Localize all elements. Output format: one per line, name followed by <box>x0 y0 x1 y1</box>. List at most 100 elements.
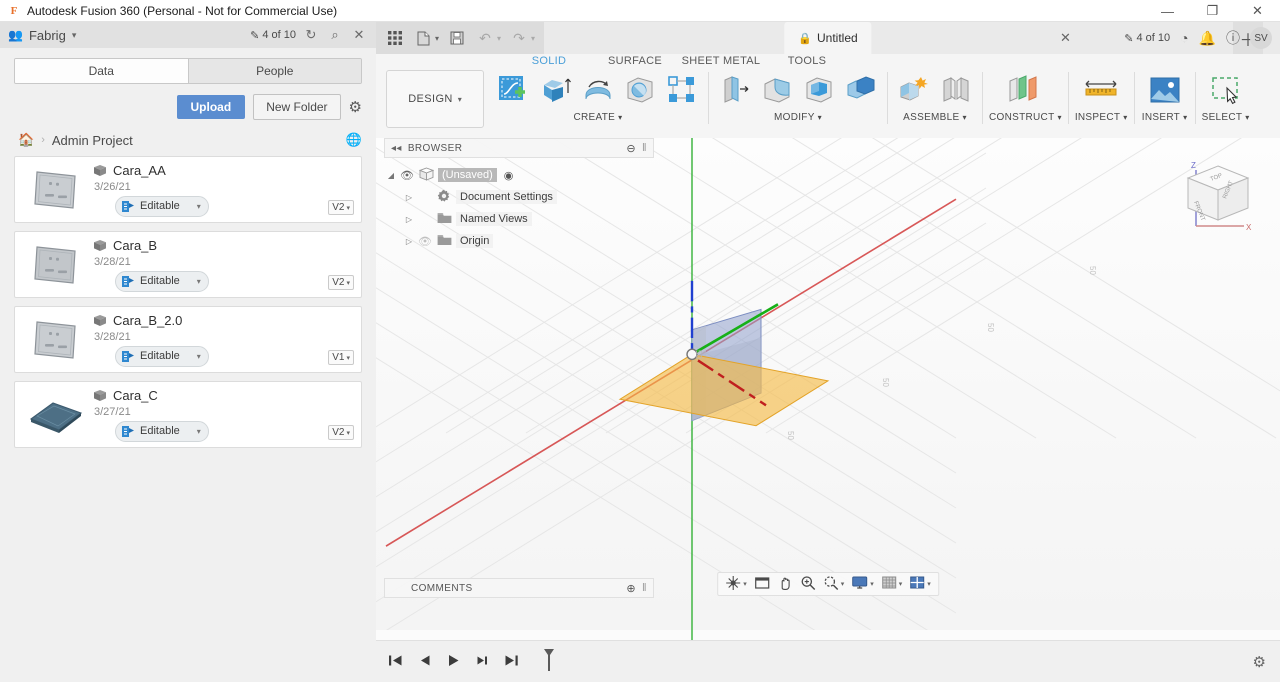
select-chevron-down-icon[interactable]: ▾ <box>1245 113 1249 122</box>
close-document-tab-icon[interactable]: ✕ <box>1060 30 1071 46</box>
file-card[interactable]: Cara_C 3/27/21 Editable ▾ V2 ▾ <box>14 381 362 448</box>
workspace-selector-design[interactable]: DESIGN ▾ <box>386 70 484 128</box>
zoom-window-button[interactable]: ▾ <box>820 574 848 594</box>
assemble-chevron-down-icon[interactable]: ▾ <box>962 113 966 122</box>
file-status-dropdown[interactable]: Editable ▾ <box>115 420 209 442</box>
document-tab[interactable]: 🔒 Untitled <box>784 22 872 54</box>
viewports-button-chevron-down-icon[interactable]: ▾ <box>927 580 931 588</box>
tool-combine[interactable] <box>841 70 881 107</box>
timeline-marker-handle[interactable] <box>541 647 557 677</box>
orbit-button-chevron-down-icon[interactable]: ▾ <box>743 580 747 588</box>
grid-snaps-button-chevron-down-icon[interactable]: ▾ <box>899 580 903 588</box>
tool-fillet[interactable] <box>757 70 797 107</box>
grid-snaps-button[interactable]: ▾ <box>878 574 906 594</box>
inspect-chevron-down-icon[interactable]: ▾ <box>1123 113 1127 122</box>
close-window-button[interactable]: ✕ <box>1235 0 1280 22</box>
upload-button[interactable]: Upload <box>176 95 246 119</box>
tool-sphere[interactable] <box>620 70 660 107</box>
view-cube[interactable]: Z X TOP FRONT RIGHT <box>1174 152 1262 240</box>
restore-button[interactable]: ❐ <box>1190 0 1235 22</box>
undo-icon[interactable]: ↶ <box>472 25 498 51</box>
tool-new-component[interactable] <box>894 70 934 107</box>
save-icon[interactable] <box>444 25 470 51</box>
tool-insert-image[interactable] <box>1141 70 1189 107</box>
visibility-eye-icon[interactable]: 👁 <box>418 235 432 248</box>
tool-extrude[interactable] <box>536 70 576 107</box>
expand-triangle-icon[interactable]: ▷ <box>404 193 414 202</box>
step-back-button[interactable] <box>417 654 432 670</box>
file-version-dropdown[interactable]: V2 ▾ <box>328 200 354 215</box>
new-folder-button[interactable]: New Folder <box>253 94 341 120</box>
hub-name[interactable]: Fabrig <box>29 28 66 43</box>
tool-measure[interactable] <box>1077 70 1125 107</box>
file-card[interactable]: Cara_B 3/28/21 Editable ▾ V2 ▾ <box>14 231 362 298</box>
browser-tree-node[interactable]: ▷ Named Views <box>384 208 644 230</box>
ribbon-tab-surface[interactable]: SURFACE <box>592 55 678 67</box>
activate-component-radio[interactable]: ◉ <box>504 169 514 182</box>
timeline-settings-gear-icon[interactable]: ⚙ <box>1253 653 1266 671</box>
zoom-button[interactable] <box>797 574 819 594</box>
tool-select[interactable] <box>1202 70 1250 107</box>
redo-icon[interactable]: ↷ <box>506 25 532 51</box>
construct-chevron-down-icon[interactable]: ▾ <box>1057 113 1061 122</box>
help-icon[interactable]: ⓘ <box>1226 28 1240 48</box>
data-panel-settings-gear-icon[interactable]: ⚙ <box>349 98 362 116</box>
browser-collapse-icon[interactable]: ◂◂ <box>391 143 402 154</box>
insert-chevron-down-icon[interactable]: ▾ <box>1183 113 1187 122</box>
hub-chevron-down-icon[interactable]: ▾ <box>72 30 77 41</box>
file-version-dropdown[interactable]: V2 ▾ <box>328 275 354 290</box>
file-status-dropdown[interactable]: Editable ▾ <box>115 345 209 367</box>
show-data-panel-icon[interactable] <box>382 25 408 51</box>
browser-tree-node[interactable]: ▷ 👁 Origin <box>384 230 644 252</box>
recent-activity-clock-icon[interactable]: ◔ <box>1180 30 1188 46</box>
orbit-button[interactable]: ▾ <box>722 574 750 594</box>
viewports-button[interactable]: ▾ <box>906 574 934 594</box>
play-button[interactable] <box>446 654 461 670</box>
file-status-dropdown[interactable]: Editable ▾ <box>115 195 209 217</box>
file-version-dropdown[interactable]: V1 ▾ <box>328 350 354 365</box>
refresh-icon[interactable]: ↻ <box>302 27 320 43</box>
breadcrumb-project-name[interactable]: Admin Project <box>52 133 133 148</box>
tool-shell[interactable] <box>799 70 839 107</box>
tool-create-sketch[interactable] <box>494 70 534 107</box>
skip-to-start-button[interactable] <box>388 654 403 670</box>
file-status-dropdown[interactable]: Editable ▾ <box>115 270 209 292</box>
tab-data[interactable]: Data <box>15 59 189 83</box>
user-avatar[interactable]: SV <box>1250 27 1272 49</box>
ribbon-tab-sheet-metal[interactable]: SHEET METAL <box>678 55 764 67</box>
search-icon[interactable]: ⌕ <box>326 27 344 43</box>
look-at-button[interactable] <box>751 574 773 594</box>
comments-resize-grip[interactable]: ‖ <box>642 582 647 594</box>
create-chevron-down-icon[interactable]: ▾ <box>618 113 622 122</box>
display-settings-button-chevron-down-icon[interactable]: ▾ <box>870 580 874 588</box>
tool-joint[interactable] <box>936 70 976 107</box>
pan-button[interactable] <box>774 574 796 594</box>
expand-triangle-icon[interactable]: ▷ <box>404 237 414 246</box>
display-settings-button[interactable]: ▾ <box>848 574 877 594</box>
file-version-dropdown[interactable]: V2 ▾ <box>328 425 354 440</box>
viewport-3d[interactable]: 50 50 50 50 50 ◂◂ BROWSER ⊖ ‖ ◢ 👁 (Unsav… <box>376 138 1280 640</box>
close-panel-icon[interactable]: ✕ <box>350 27 368 43</box>
expand-triangle-icon[interactable]: ▷ <box>404 215 414 224</box>
redo-chevron-down-icon[interactable]: ▾ <box>531 34 535 43</box>
tool-revolve[interactable] <box>578 70 618 107</box>
tool-offset-plane[interactable] <box>1002 70 1048 107</box>
minimize-button[interactable]: — <box>1145 0 1190 22</box>
home-icon[interactable]: 🏠 <box>18 132 34 148</box>
undo-chevron-down-icon[interactable]: ▾ <box>497 34 501 43</box>
browser-tree-node[interactable]: ▷ Document Settings <box>384 186 644 208</box>
skip-to-end-button[interactable] <box>504 654 519 670</box>
modify-chevron-down-icon[interactable]: ▾ <box>818 113 822 122</box>
file-menu-icon[interactable] <box>410 25 436 51</box>
ribbon-tab-solid[interactable]: SOLID <box>506 55 592 67</box>
expand-triangle-icon[interactable]: ◢ <box>386 171 396 180</box>
file-card[interactable]: Cara_AA 3/26/21 Editable ▾ V2 ▾ <box>14 156 362 223</box>
zoom-window-button-chevron-down-icon[interactable]: ▾ <box>841 580 845 588</box>
tool-pattern[interactable] <box>662 70 702 107</box>
step-forward-button[interactable] <box>475 654 490 670</box>
file-card[interactable]: Cara_B_2.0 3/28/21 Editable ▾ V1 ▾ <box>14 306 362 373</box>
add-comment-icon[interactable]: ⊕ <box>626 582 636 595</box>
globe-icon[interactable]: 🌐 <box>346 132 362 148</box>
tab-people[interactable]: People <box>188 59 361 83</box>
visibility-eye-icon[interactable]: 👁 <box>400 169 414 182</box>
